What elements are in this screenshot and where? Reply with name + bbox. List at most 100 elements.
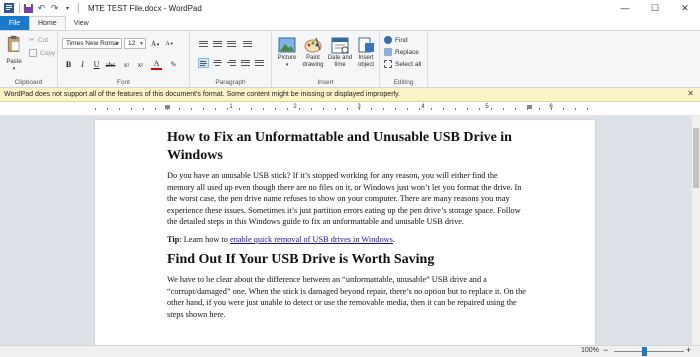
paragraph-group: Paragraph bbox=[190, 31, 272, 88]
ruler-tick bbox=[119, 108, 120, 110]
ruler[interactable]: 1 2 3 4 5 6 bbox=[0, 102, 700, 116]
indent-marker[interactable] bbox=[165, 105, 170, 109]
clipboard-group: Paste ▾ ✂ Cut Copy Clipboard bbox=[0, 31, 58, 88]
ribbon: Paste ▾ ✂ Cut Copy Clipboard Times New R… bbox=[0, 30, 700, 88]
ruler-tick bbox=[323, 108, 324, 110]
close-button[interactable]: ✕ bbox=[670, 0, 700, 16]
paint-drawing-button[interactable]: Paint drawing bbox=[300, 36, 326, 69]
strikethrough-icon[interactable]: abc bbox=[105, 59, 116, 70]
decrease-indent-icon[interactable] bbox=[198, 39, 209, 49]
clipboard-group-label: Clipboard bbox=[14, 79, 43, 86]
increase-indent-icon[interactable] bbox=[212, 39, 223, 49]
right-indent-marker[interactable] bbox=[527, 105, 532, 109]
save-icon[interactable] bbox=[23, 3, 34, 14]
text-color-icon[interactable]: A bbox=[151, 59, 162, 70]
select-all-label: Select all bbox=[395, 60, 422, 68]
select-all-icon bbox=[384, 60, 392, 68]
ruler-tick bbox=[95, 108, 96, 110]
chevron-down-icon: ▼ bbox=[115, 41, 120, 47]
italic-icon[interactable]: I bbox=[77, 59, 88, 70]
ruler-tick bbox=[203, 108, 204, 110]
zoom-out-button[interactable]: − bbox=[603, 345, 608, 355]
scrollbar-thumb[interactable] bbox=[693, 128, 699, 188]
tab-home[interactable]: Home bbox=[29, 16, 66, 30]
editing-group: Find Replace Select all Editing bbox=[380, 31, 428, 88]
wordpad-app-icon[interactable] bbox=[3, 3, 14, 14]
paragraph-settings-icon[interactable] bbox=[254, 58, 265, 68]
line-spacing-icon[interactable] bbox=[242, 39, 253, 49]
font-family-select[interactable]: Times New Roma ▼ bbox=[62, 38, 122, 49]
tab-view[interactable]: View bbox=[66, 16, 97, 30]
copy-icon bbox=[29, 49, 37, 57]
ruler-tick bbox=[275, 108, 276, 110]
zoom-slider-thumb[interactable] bbox=[642, 347, 647, 356]
ruler-tick bbox=[107, 108, 108, 110]
ruler-scale: 1 2 3 4 5 6 bbox=[95, 104, 595, 113]
ruler-tick bbox=[239, 108, 240, 110]
select-all-button[interactable]: Select all bbox=[384, 59, 421, 69]
customize-toolbar-icon[interactable]: ▾ bbox=[62, 3, 73, 14]
ruler-number: 5 bbox=[485, 104, 489, 110]
document-paragraph: Do you have an unusable USB stick? If it… bbox=[167, 171, 522, 226]
tip-paragraph: Tip: Learn how to enable quick removal o… bbox=[167, 234, 527, 246]
date-time-label: Date and time bbox=[327, 55, 353, 68]
font-group-label: Font bbox=[116, 79, 130, 86]
tip-link[interactable]: enable quick removal of USB drives in Wi… bbox=[230, 235, 393, 244]
cut-button[interactable]: ✂ Cut bbox=[29, 35, 48, 45]
insert-object-icon bbox=[358, 37, 374, 53]
find-label: Find bbox=[395, 36, 408, 44]
underline-icon[interactable]: U bbox=[91, 59, 102, 70]
info-bar-message: WordPad does not support all of the feat… bbox=[4, 91, 400, 98]
chevron-down-icon: ▼ bbox=[139, 41, 144, 47]
editing-group-label: Editing bbox=[393, 79, 414, 86]
maximize-button[interactable]: ☐ bbox=[640, 0, 670, 16]
document-content[interactable]: How to Fix an Unformattable and Unusable… bbox=[167, 129, 527, 320]
redo-icon[interactable]: ↷ bbox=[49, 3, 60, 14]
document-paragraph: We have to be clear about the difference… bbox=[167, 275, 526, 319]
minimize-button[interactable]: — bbox=[610, 0, 640, 16]
ruler-tick bbox=[539, 108, 540, 110]
quick-access-toolbar: ↶ ↷ ▾ bbox=[0, 0, 82, 16]
calendar-icon bbox=[331, 37, 349, 54]
subscript-icon[interactable]: x2 bbox=[121, 59, 132, 70]
ruler-tick bbox=[383, 108, 384, 110]
justify-icon[interactable] bbox=[240, 58, 251, 68]
insert-object-button[interactable]: Insert object bbox=[354, 36, 378, 69]
paste-icon bbox=[7, 35, 20, 52]
ruler-tick bbox=[503, 108, 504, 110]
paste-button[interactable]: Paste ▾ bbox=[4, 35, 24, 73]
copy-button[interactable]: Copy bbox=[29, 48, 55, 58]
close-icon[interactable]: ✕ bbox=[687, 89, 694, 98]
picture-button[interactable]: Picture ▾ bbox=[275, 36, 299, 69]
document-page[interactable]: How to Fix an Unformattable and Unusable… bbox=[95, 120, 595, 345]
zoom-in-button[interactable]: + bbox=[686, 345, 691, 355]
replace-button[interactable]: Replace bbox=[384, 47, 419, 57]
undo-icon[interactable]: ↶ bbox=[36, 3, 47, 14]
align-center-icon[interactable] bbox=[212, 58, 223, 68]
ruler-tick bbox=[311, 108, 312, 110]
zoom-slider-track[interactable] bbox=[614, 351, 684, 352]
superscript-icon[interactable]: x2 bbox=[135, 59, 146, 70]
bullet-list-icon[interactable] bbox=[226, 39, 237, 49]
shrink-font-icon[interactable]: A ▼ bbox=[164, 38, 175, 49]
date-time-button[interactable]: Date and time bbox=[327, 36, 353, 69]
ruler-tick bbox=[347, 108, 348, 110]
tip-label: Tip bbox=[167, 234, 180, 244]
bold-icon[interactable]: B bbox=[63, 59, 74, 70]
ruler-number: 6 bbox=[549, 104, 553, 110]
ruler-tick bbox=[467, 108, 468, 110]
cut-label: Cut bbox=[37, 36, 48, 44]
find-button[interactable]: Find bbox=[384, 35, 408, 45]
ruler-tick bbox=[431, 108, 432, 110]
tab-file[interactable]: File bbox=[0, 16, 29, 30]
chevron-down-icon: ▾ bbox=[12, 66, 16, 72]
align-left-icon[interactable] bbox=[198, 58, 209, 68]
highlight-icon[interactable]: ✎ bbox=[168, 59, 179, 70]
align-right-icon[interactable] bbox=[226, 58, 237, 68]
font-group: Times New Roma ▼ 12 ▼ A ▲ A ▼ B I U abc x2… bbox=[58, 31, 190, 88]
font-size-select[interactable]: 12 ▼ bbox=[124, 38, 146, 49]
grow-font-icon[interactable]: A ▲ bbox=[150, 38, 161, 49]
ruler-tick bbox=[251, 108, 252, 110]
ruler-tick bbox=[491, 108, 492, 110]
vertical-scrollbar[interactable] bbox=[692, 116, 700, 345]
